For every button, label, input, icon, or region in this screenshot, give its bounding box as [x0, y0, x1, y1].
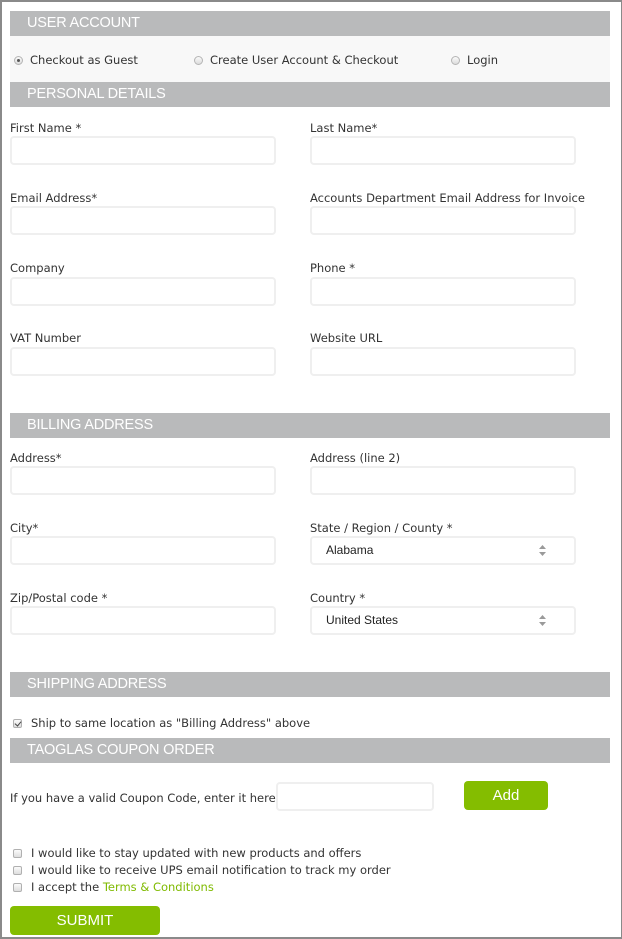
phone-input[interactable]	[310, 277, 576, 306]
newsletter-label: I would like to stay updated with new pr…	[31, 846, 362, 860]
first-name-label: First Name *	[10, 121, 82, 135]
section-header-coupon: TAOGLAS COUPON ORDER	[10, 738, 610, 763]
newsletter-checkbox[interactable]: I would like to stay updated with new pr…	[13, 845, 361, 861]
zip-input[interactable]	[10, 606, 276, 635]
accounts-email-label: Accounts Department Email Address for In…	[310, 191, 585, 205]
radio-checkout-guest[interactable]: Checkout as Guest	[14, 52, 138, 68]
radio-label: Checkout as Guest	[30, 53, 138, 67]
submit-button[interactable]: SUBMIT	[10, 906, 160, 935]
select-arrows-icon	[539, 615, 546, 626]
section-header-user-account: USER ACCOUNT	[10, 11, 610, 36]
same-as-billing-checkbox[interactable]: Ship to same location as "Billing Addres…	[13, 715, 310, 731]
radio-unchecked-icon[interactable]	[194, 55, 203, 65]
accounts-email-input[interactable]	[310, 206, 576, 235]
radio-unchecked-icon[interactable]	[451, 55, 460, 65]
last-name-input[interactable]	[310, 136, 576, 165]
website-label: Website URL	[310, 331, 383, 345]
address2-input[interactable]	[310, 466, 576, 495]
checkbox-unchecked-icon[interactable]	[13, 848, 22, 858]
phone-label: Phone *	[310, 261, 356, 275]
ups-notification-label: I would like to receive UPS email notifi…	[31, 863, 391, 877]
select-arrows-icon	[539, 545, 546, 556]
email-label: Email Address*	[10, 191, 98, 205]
radio-checked-icon[interactable]	[14, 55, 23, 65]
state-selected-value: Alabama	[326, 543, 374, 557]
website-input[interactable]	[310, 347, 576, 376]
ups-notification-checkbox[interactable]: I would like to receive UPS email notifi…	[13, 862, 391, 878]
email-input[interactable]	[10, 206, 276, 235]
company-label: Company	[10, 261, 65, 275]
radio-login[interactable]: Login	[451, 52, 498, 68]
first-name-input[interactable]	[10, 136, 276, 165]
radio-label: Login	[467, 53, 499, 67]
country-select[interactable]: United States	[310, 606, 576, 635]
coupon-prompt: If you have a valid Coupon Code, enter i…	[10, 791, 280, 805]
vat-label: VAT Number	[10, 331, 81, 345]
country-selected-value: United States	[326, 613, 399, 627]
state-select[interactable]: Alabama	[310, 536, 576, 565]
checkbox-checked-icon[interactable]	[13, 718, 22, 728]
section-header-shipping-address: SHIPPING ADDRESS	[10, 672, 610, 697]
city-input[interactable]	[10, 536, 276, 565]
terms-checkbox[interactable]: I accept the Terms & Conditions	[13, 879, 214, 895]
address-label: Address*	[10, 451, 62, 465]
company-input[interactable]	[10, 277, 276, 306]
last-name-label: Last Name*	[310, 121, 378, 135]
address2-label: Address (line 2)	[310, 451, 401, 465]
coupon-code-input[interactable]	[276, 782, 434, 811]
checkbox-unchecked-icon[interactable]	[13, 882, 22, 892]
radio-create-account[interactable]: Create User Account & Checkout	[194, 52, 398, 68]
vat-input[interactable]	[10, 347, 276, 376]
address-input[interactable]	[10, 466, 276, 495]
add-coupon-button[interactable]: Add	[464, 781, 548, 810]
section-header-billing-address: BILLING ADDRESS	[10, 413, 610, 438]
state-label: State / Region / County *	[310, 521, 453, 535]
zip-label: Zip/Postal code *	[10, 591, 108, 605]
city-label: City*	[10, 521, 39, 535]
section-header-personal-details: PERSONAL DETAILS	[10, 82, 610, 107]
country-label: Country *	[310, 591, 366, 605]
checkbox-unchecked-icon[interactable]	[13, 865, 22, 875]
terms-conditions-link[interactable]: Terms & Conditions	[103, 880, 214, 894]
same-as-billing-label: Ship to same location as "Billing Addres…	[31, 716, 311, 730]
terms-label: I accept the	[31, 880, 103, 894]
radio-label: Create User Account & Checkout	[210, 53, 399, 67]
